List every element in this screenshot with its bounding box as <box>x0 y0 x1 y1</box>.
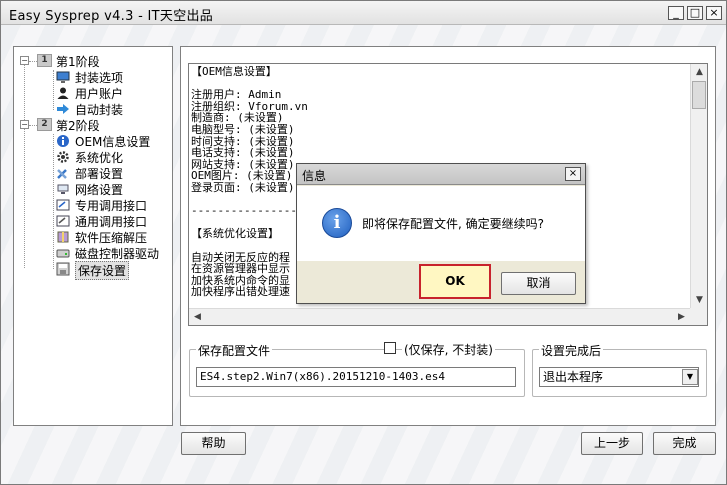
close-button[interactable]: × <box>706 6 722 20</box>
window-title: Easy Sysprep v4.3 - IT天空出品 <box>9 9 214 24</box>
user-icon <box>56 86 70 100</box>
tree-item-stage1[interactable]: 第1阶段 <box>56 53 100 69</box>
horizontal-scrollbar[interactable]: ◀ ▶ <box>189 308 690 325</box>
info-icon: i <box>322 208 352 238</box>
info-icon <box>56 134 70 148</box>
dialog-title-bar[interactable]: 信息 × <box>297 164 585 185</box>
app-window: Easy Sysprep v4.3 - IT天空出品 _ □ × − 1 第1阶… <box>0 0 727 485</box>
completion-action-value: 退出本程序 <box>543 370 604 384</box>
maximize-button[interactable]: □ <box>687 6 703 20</box>
network-icon <box>56 182 70 196</box>
scroll-left-arrow[interactable]: ◀ <box>189 309 206 326</box>
stage1-number-badge: 1 <box>37 54 52 67</box>
save-only-label: (仅保存, 不封装) <box>402 341 495 358</box>
tree-item-label: 用户账户 <box>75 87 124 101</box>
gear-icon <box>56 150 70 164</box>
scroll-up-arrow[interactable]: ▲ <box>691 64 708 81</box>
sidebar-tree[interactable]: − 1 第1阶段 封装选项 用户账户 自动封装 − 2 第2阶段 OEM信息设置… <box>13 46 173 426</box>
tree-item-label: 网络设置 <box>75 183 124 197</box>
tree-connector <box>24 60 25 124</box>
dialog-message: 即将保存配置文件, 确定要继续吗? <box>362 217 544 231</box>
ok-button[interactable]: OK <box>419 264 491 299</box>
tree-item-stage2[interactable]: 第2阶段 <box>56 117 100 133</box>
tree-item-label: 保存设置 <box>75 261 130 280</box>
minimize-button[interactable]: _ <box>668 6 684 20</box>
chevron-down-icon[interactable]: ▼ <box>682 369 698 385</box>
vertical-scrollbar[interactable]: ▲ ▼ <box>690 64 707 309</box>
help-button[interactable]: 帮助 <box>181 432 246 455</box>
tree-item-label: 第2阶段 <box>56 119 100 133</box>
dialog-body: i 即将保存配置文件, 确定要继续吗? <box>297 186 585 261</box>
summary-line: 【OEM信息设置】 <box>191 66 277 78</box>
tree-connector <box>24 124 25 268</box>
scroll-corner <box>690 308 707 325</box>
cancel-button[interactable]: 取消 <box>501 272 576 295</box>
completion-group-title: 设置完成后 <box>539 342 604 359</box>
tree-connector <box>29 125 37 126</box>
config-filename-field[interactable]: ES4.step2.Win7(x86).20151210-1403.es4 <box>196 367 516 387</box>
tree-item-label: 自动封装 <box>75 103 124 117</box>
summary-line: 电脑型号: (未设置) <box>191 122 295 136</box>
stage2-expander[interactable]: − <box>20 120 29 129</box>
disk-icon <box>56 246 70 260</box>
tree-item-label: 专用调用接口 <box>75 199 148 213</box>
tree-connector <box>53 70 54 110</box>
save-config-group-title: 保存配置文件 <box>196 342 273 359</box>
window-icon <box>56 198 70 212</box>
title-bar[interactable]: Easy Sysprep v4.3 - IT天空出品 _ □ × <box>1 1 726 25</box>
monitor-icon <box>56 70 70 84</box>
scroll-down-arrow[interactable]: ▼ <box>691 292 708 309</box>
tools-icon <box>56 166 70 180</box>
stage2-number-badge: 2 <box>37 118 52 131</box>
completion-action-select[interactable]: 退出本程序 <box>539 367 699 387</box>
tree-connector <box>53 134 54 269</box>
tree-item-label: OEM信息设置 <box>75 135 151 149</box>
save-only-checkbox[interactable] <box>384 342 396 354</box>
tree-item-label: 软件压缩解压 <box>75 231 148 245</box>
scroll-right-arrow[interactable]: ▶ <box>673 309 690 326</box>
dialog-title: 信息 <box>302 169 327 183</box>
window-icon <box>56 214 70 228</box>
save-icon <box>56 262 70 276</box>
tree-item-label: 部署设置 <box>75 167 124 181</box>
tree-item-label: 封装选项 <box>75 71 124 85</box>
tree-item-label: 通用调用接口 <box>75 215 148 229</box>
summary-line: 电话支持: (未设置) <box>191 146 295 160</box>
stage1-expander[interactable]: − <box>20 56 29 65</box>
finish-button[interactable]: 完成 <box>653 432 716 455</box>
back-button[interactable]: 上一步 <box>581 432 643 455</box>
arrow-icon <box>56 102 70 116</box>
tree-item-label: 系统优化 <box>75 151 124 165</box>
scroll-thumb[interactable] <box>692 81 706 109</box>
tree-connector <box>29 61 37 62</box>
ok-button-label: OK <box>445 274 465 288</box>
archive-icon <box>56 230 70 244</box>
tree-item-label: 磁盘控制器驱动 <box>75 247 160 261</box>
dialog-close-button[interactable]: × <box>565 167 581 181</box>
tree-item-label: 第1阶段 <box>56 55 100 69</box>
